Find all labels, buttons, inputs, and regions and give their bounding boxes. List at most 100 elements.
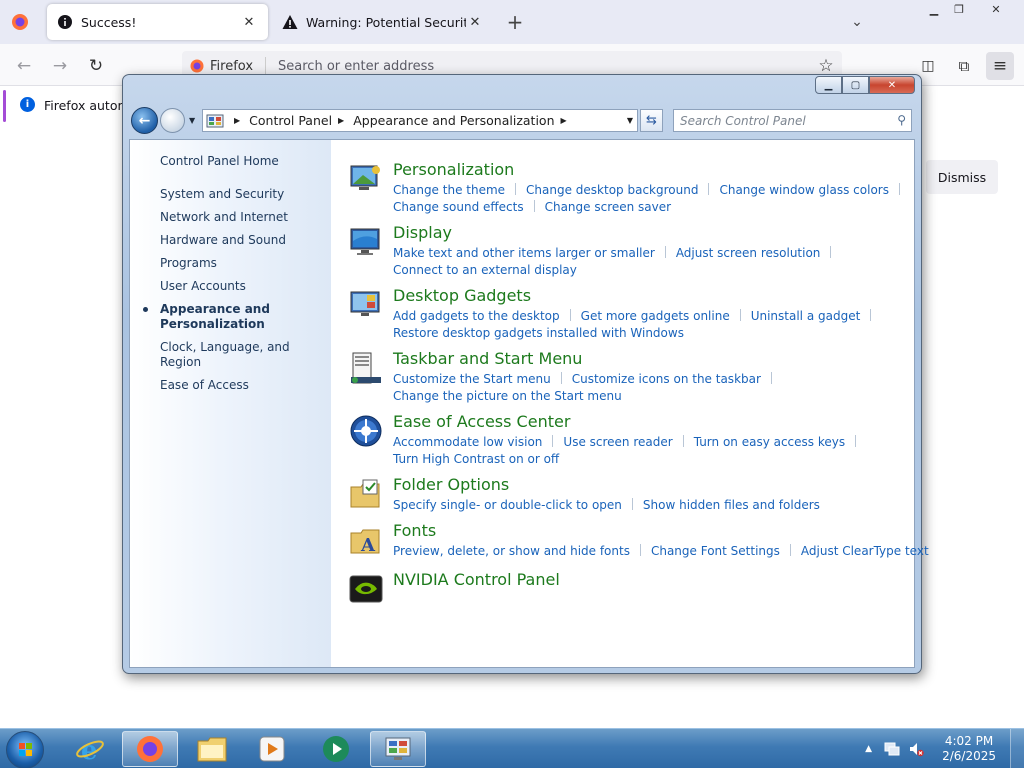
link-low-vision[interactable]: Accommodate low vision — [393, 435, 542, 449]
tab-success[interactable]: Success! ✕ — [47, 4, 268, 40]
cp-search-input[interactable]: Search Control Panel ⚲ — [673, 109, 912, 132]
sidebar-item-clock-language[interactable]: Clock, Language, and Region — [130, 340, 331, 370]
restore-icon[interactable]: ❐ — [939, 0, 979, 18]
current-page-bullet — [143, 307, 148, 312]
breadcrumb-control-panel[interactable]: Control Panel — [249, 113, 332, 128]
cp-refresh-icon[interactable]: ⇆ — [640, 109, 663, 132]
new-tab-button[interactable]: + — [501, 8, 529, 36]
reload-icon[interactable]: ↻ — [82, 52, 110, 80]
taskbar: e ▲ 4:02 PM 2/6/2025 — [0, 728, 1024, 768]
link-access-keys[interactable]: Turn on easy access keys — [694, 435, 845, 449]
navigation-buttons: ← ▼ — [131, 107, 195, 134]
ease-of-access-icon[interactable] — [349, 414, 383, 448]
network-icon[interactable] — [884, 741, 900, 757]
clock-date: 2/6/2025 — [942, 749, 996, 763]
show-hidden-icons-icon[interactable]: ▲ — [865, 744, 872, 754]
link-cleartype[interactable]: Adjust ClearType text — [801, 544, 929, 558]
link-external-display[interactable]: Connect to an external display — [393, 263, 577, 277]
link-uninstall-gadget[interactable]: Uninstall a gadget — [751, 309, 861, 323]
link-high-contrast[interactable]: Turn High Contrast on or off — [393, 452, 559, 466]
breadcrumb-separator-icon[interactable]: ▶ — [234, 116, 240, 125]
cp-forward-button[interactable] — [160, 108, 185, 133]
window-maximize-icon[interactable]: ▢ — [842, 76, 869, 94]
link-add-gadgets[interactable]: Add gadgets to the desktop — [393, 309, 560, 323]
link-restore-gadgets[interactable]: Restore desktop gadgets installed with W… — [393, 326, 684, 340]
sidebar-home-link[interactable]: Control Panel Home — [130, 154, 331, 169]
link-glass-colors[interactable]: Change window glass colors — [719, 183, 889, 197]
gadgets-icon[interactable] — [349, 288, 383, 322]
sidebar-item-ease-of-access[interactable]: Ease of Access — [130, 378, 331, 393]
dismiss-button[interactable]: Dismiss — [926, 160, 998, 194]
category-title[interactable]: Fonts — [393, 521, 436, 540]
category-title[interactable]: Folder Options — [393, 475, 509, 494]
breadcrumb-separator-icon[interactable]: ▶ — [561, 116, 567, 125]
link-taskbar-icons[interactable]: Customize icons on the taskbar — [572, 372, 761, 386]
display-icon[interactable] — [349, 225, 383, 259]
firefox-menu-icon[interactable] — [6, 8, 34, 36]
breadcrumb-appearance[interactable]: Appearance and Personalization — [353, 113, 554, 128]
link-screen-saver[interactable]: Change screen saver — [545, 200, 672, 214]
window-close-icon[interactable]: ✕ — [869, 76, 915, 94]
category-title[interactable]: Personalization — [393, 160, 514, 179]
link-screen-reader[interactable]: Use screen reader — [563, 435, 672, 449]
sidebar-item-system-security[interactable]: System and Security — [130, 187, 331, 202]
link-desktop-background[interactable]: Change desktop background — [526, 183, 698, 197]
notice-info-icon: i — [20, 97, 35, 112]
link-sound-effects[interactable]: Change sound effects — [393, 200, 524, 214]
cp-address-bar[interactable]: ▶ Control Panel ▶ Appearance and Persona… — [202, 109, 638, 132]
link-start-picture[interactable]: Change the picture on the Start menu — [393, 389, 622, 403]
sidebar-item-hardware[interactable]: Hardware and Sound — [130, 233, 331, 248]
list-all-tabs-icon[interactable]: ⌄ — [843, 8, 871, 36]
taskbar-internet-explorer[interactable]: e — [62, 731, 118, 767]
app-menu-icon[interactable]: ≡ — [986, 52, 1014, 80]
tab-security-warning[interactable]: Warning: Potential Security Risk ✕ — [272, 4, 494, 40]
taskbar-firefox[interactable] — [122, 731, 178, 767]
recent-pages-dropdown-icon[interactable]: ▼ — [189, 116, 195, 125]
firefox-identity[interactable]: Firefox — [182, 57, 267, 75]
category-title[interactable]: NVIDIA Control Panel — [393, 570, 560, 589]
show-desktop-button[interactable] — [1010, 729, 1024, 768]
close-icon[interactable]: ✕ — [976, 0, 1016, 18]
fonts-icon[interactable]: A — [349, 523, 383, 557]
taskbar-explorer[interactable] — [184, 731, 240, 767]
link-separator — [560, 372, 562, 384]
taskbar-media-center[interactable] — [308, 731, 364, 767]
link-more-gadgets[interactable]: Get more gadgets online — [581, 309, 730, 323]
category-title[interactable]: Display — [393, 223, 452, 242]
category-title[interactable]: Ease of Access Center — [393, 412, 570, 431]
sidebar-item-programs[interactable]: Programs — [130, 256, 331, 271]
back-icon[interactable]: ← — [10, 52, 38, 80]
category-links: Change the theme Change desktop backgroun… — [393, 182, 933, 216]
nvidia-icon[interactable] — [349, 572, 383, 606]
personalization-icon[interactable] — [349, 162, 383, 196]
taskbar-icon[interactable] — [349, 351, 383, 385]
link-font-settings[interactable]: Change Font Settings — [651, 544, 780, 558]
tab-close-icon[interactable]: ✕ — [466, 15, 484, 30]
taskbar-control-panel[interactable] — [370, 731, 426, 767]
tab-close-icon[interactable]: ✕ — [240, 15, 258, 30]
category-title[interactable]: Desktop Gadgets — [393, 286, 531, 305]
link-text-size[interactable]: Make text and other items larger or smal… — [393, 246, 655, 260]
clock[interactable]: 4:02 PM 2/6/2025 — [942, 734, 996, 764]
category-title[interactable]: Taskbar and Start Menu — [393, 349, 582, 368]
forward-icon[interactable]: → — [46, 52, 74, 80]
start-button[interactable] — [6, 731, 44, 768]
volume-muted-icon[interactable] — [908, 741, 924, 757]
link-preview-fonts[interactable]: Preview, delete, or show and hide fonts — [393, 544, 630, 558]
cp-back-button[interactable]: ← — [131, 107, 158, 134]
link-hidden-files[interactable]: Show hidden files and folders — [643, 498, 820, 512]
extensions-icon[interactable]: ⧉ — [950, 52, 978, 80]
window-minimize-icon[interactable]: ▁ — [815, 76, 842, 94]
link-separator — [569, 309, 571, 321]
sidebar-item-user-accounts[interactable]: User Accounts — [130, 279, 331, 294]
link-single-double-click[interactable]: Specify single- or double-click to open — [393, 498, 622, 512]
breadcrumb-separator-icon[interactable]: ▶ — [338, 116, 344, 125]
address-dropdown-icon[interactable]: ▼ — [627, 116, 633, 125]
search-icon[interactable]: ⚲ — [897, 113, 906, 127]
link-customize-start[interactable]: Customize the Start menu — [393, 372, 551, 386]
folder-options-icon[interactable] — [349, 477, 383, 511]
sidebar-item-network[interactable]: Network and Internet — [130, 210, 331, 225]
link-change-theme[interactable]: Change the theme — [393, 183, 505, 197]
taskbar-media-player[interactable] — [244, 731, 300, 767]
link-screen-resolution[interactable]: Adjust screen resolution — [676, 246, 821, 260]
